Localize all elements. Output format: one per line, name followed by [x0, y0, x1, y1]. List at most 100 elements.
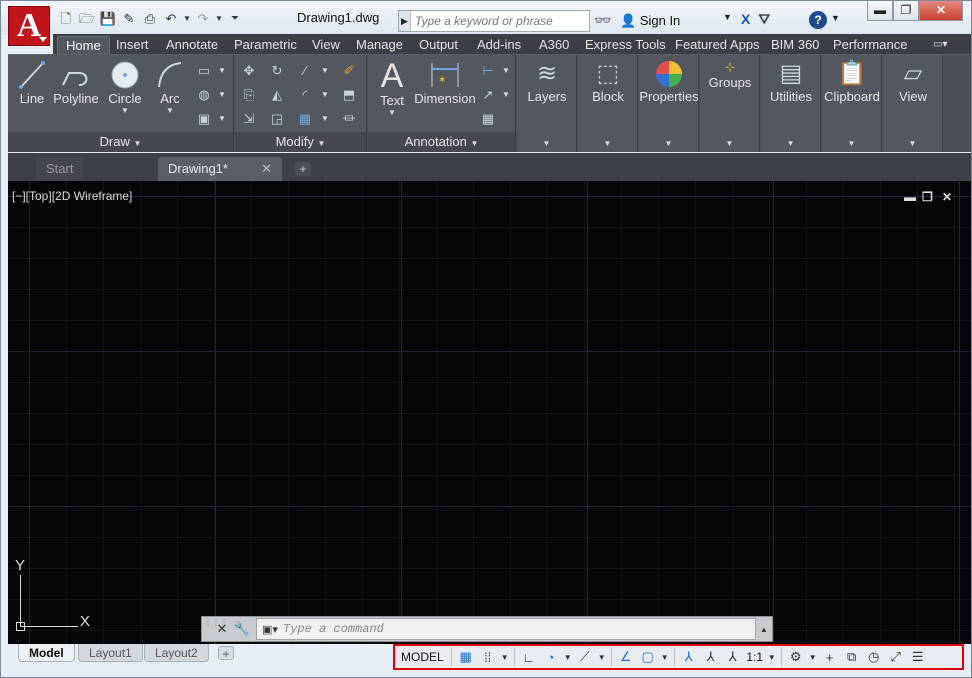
redo-dropdown-icon[interactable]: ▼ — [215, 11, 223, 27]
panel-properties[interactable]: Properties ▼ — [639, 55, 699, 152]
open-icon[interactable]: 🗁 — [78, 11, 96, 27]
text-dropdown-icon[interactable]: ▼ — [372, 108, 412, 117]
model-space-button[interactable]: MODEL — [399, 647, 446, 667]
chevron-down-icon[interactable]: ▼ — [723, 12, 732, 22]
object-snap-icon[interactable]: ▢ — [639, 647, 657, 667]
tab-layout1[interactable]: Layout1 — [78, 644, 143, 662]
scale-icon[interactable]: ◲ — [269, 111, 285, 127]
binoculars-icon[interactable]: 👓 — [594, 12, 611, 29]
circle-dropdown-icon[interactable]: ▼ — [104, 106, 146, 115]
draw-panel-title[interactable]: Draw ▼ — [8, 132, 233, 152]
undo-dropdown-icon[interactable]: ▼ — [183, 11, 191, 27]
customize-icon[interactable]: ⏷ — [226, 11, 244, 27]
polar-tracking-icon[interactable]: ◔ — [542, 647, 560, 667]
block-button[interactable]: ⬚ Block — [578, 59, 638, 104]
mirror-icon[interactable]: ◭ — [269, 87, 285, 103]
tab-manage[interactable]: Manage — [356, 36, 403, 54]
a360-icon[interactable]: ⛛ — [758, 11, 770, 28]
isodraft-icon[interactable]: ⟋ — [576, 647, 594, 667]
undo-icon[interactable]: ↶ — [162, 11, 180, 27]
dimension-button[interactable]: ✶ Dimension — [414, 59, 476, 106]
explode-icon[interactable]: ⬒ — [341, 87, 357, 103]
close-command-icon[interactable]: ✕ — [212, 621, 232, 637]
boundary-dropdown-icon[interactable]: ▼ — [214, 111, 230, 127]
isodraft-dropdown-icon[interactable]: ▼ — [598, 647, 606, 667]
clipboard-button[interactable]: 📋 Clipboard — [822, 59, 882, 104]
rectangle-icon[interactable]: ▭ — [196, 63, 212, 79]
gear-icon[interactable]: ⚙ — [787, 647, 805, 667]
command-prompt-icon[interactable]: ▣▾ — [257, 623, 283, 636]
tab-featured-apps[interactable]: Featured Apps — [675, 36, 760, 54]
snap-dropdown-icon[interactable]: ▼ — [501, 647, 509, 667]
fillet-icon[interactable]: ◜ — [297, 87, 313, 103]
fillet-dropdown-icon[interactable]: ▼ — [317, 87, 333, 103]
annotation-panel-title[interactable]: Annotation ▼ — [368, 132, 515, 152]
save-as-icon[interactable]: ✎ — [120, 11, 138, 27]
rectangle-dropdown-icon[interactable]: ▼ — [214, 63, 230, 79]
leader-icon[interactable]: ↗ — [480, 87, 496, 103]
line-button[interactable]: Line — [14, 59, 50, 106]
search-expand-icon[interactable]: ▶ — [399, 11, 411, 31]
rotate-icon[interactable]: ↻ — [269, 63, 285, 79]
arc-button[interactable]: Arc ▼ — [152, 59, 188, 115]
plot-icon[interactable]: ⎙ — [141, 11, 159, 27]
layers-dropdown-icon[interactable]: ▼ — [543, 139, 551, 148]
grip-icon[interactable]: ⋮⋮⋮ — [204, 619, 228, 639]
isolate-objects-icon[interactable]: ⧉ — [843, 647, 861, 667]
copy-icon[interactable]: ⎘ — [241, 87, 257, 103]
erase-icon[interactable]: ✐ — [341, 63, 357, 79]
panel-utilities[interactable]: ▤ Utilities ▼ — [761, 55, 821, 152]
array-dropdown-icon[interactable]: ▼ — [317, 111, 333, 127]
groups-dropdown-icon[interactable]: ▼ — [726, 139, 734, 148]
linear-dim-icon[interactable]: ⊢ — [480, 63, 496, 79]
tab-a360[interactable]: A360 — [539, 36, 569, 54]
ribbon-minimize-icon[interactable]: ▭▾ — [933, 36, 947, 54]
maximize-button[interactable]: ❐ — [893, 1, 919, 21]
tab-annotate[interactable]: Annotate — [166, 36, 218, 54]
customization-menu-icon[interactable]: ☰ — [909, 647, 927, 667]
table-icon[interactable]: ▦ — [480, 111, 496, 127]
panel-groups[interactable]: ⊹ Groups ▼ — [700, 55, 760, 152]
object-snap-tracking-icon[interactable]: ∠ — [617, 647, 635, 667]
hatch-icon[interactable]: ◍ — [196, 87, 212, 103]
save-icon[interactable]: 💾 — [99, 11, 117, 27]
array-icon[interactable]: ▦ — [297, 111, 313, 127]
panel-layers[interactable]: ≋ Layers ▼ — [517, 55, 577, 152]
annotation-scale-value[interactable]: 1:1 — [746, 647, 764, 667]
viewport-minimize-icon[interactable]: ▬ — [904, 190, 916, 204]
properties-dropdown-icon[interactable]: ▼ — [665, 139, 673, 148]
exchange-icon[interactable]: X — [741, 11, 750, 28]
view-dropdown-icon[interactable]: ▼ — [909, 139, 917, 148]
properties-button[interactable]: Properties — [639, 59, 699, 104]
move-icon[interactable]: ✥ — [241, 63, 257, 79]
sign-in-button[interactable]: 👤 Sign In — [620, 13, 680, 29]
annotation-visibility-icon[interactable]: ⅄ — [680, 647, 698, 667]
search-input[interactable]: Type a keyword or phrase — [411, 14, 553, 28]
tab-model[interactable]: Model — [18, 644, 75, 662]
tab-bim-360[interactable]: BIM 360 — [771, 36, 819, 54]
arc-dropdown-icon[interactable]: ▼ — [152, 106, 188, 115]
circle-button[interactable]: Circle ▼ — [104, 59, 146, 115]
viewport-close-icon[interactable]: ✕ — [942, 190, 952, 204]
clean-screen-icon[interactable]: ⤢ — [887, 647, 905, 667]
redo-icon[interactable]: ↷ — [194, 11, 212, 27]
minimize-button[interactable]: ▬ — [867, 1, 893, 21]
wrench-icon[interactable]: 🔧 — [232, 621, 252, 637]
tab-parametric[interactable]: Parametric — [234, 36, 297, 54]
close-button[interactable]: ✕ — [919, 1, 963, 21]
panel-view[interactable]: ▱ View ▼ — [883, 55, 943, 152]
polar-dropdown-icon[interactable]: ▼ — [564, 647, 572, 667]
viewport-controls-label[interactable]: [−][Top][2D Wireframe] — [12, 189, 132, 203]
view-button[interactable]: ▱ View — [883, 59, 943, 104]
snap-icon[interactable]: ⁞⁞ — [479, 647, 497, 667]
block-dropdown-icon[interactable]: ▼ — [604, 139, 612, 148]
clipboard-dropdown-icon[interactable]: ▼ — [848, 139, 856, 148]
linear-dim-dropdown-icon[interactable]: ▼ — [498, 63, 514, 79]
plus-icon[interactable]: + — [821, 647, 839, 667]
command-input[interactable]: ▣▾ Type a command — [256, 618, 756, 640]
trim-dropdown-icon[interactable]: ▼ — [317, 63, 333, 79]
help-dropdown-icon[interactable]: ▼ — [831, 13, 840, 23]
scale-dropdown-icon[interactable]: ▼ — [768, 647, 776, 667]
drawing-canvas[interactable]: [−][Top][2D Wireframe] ▬ ❐ ✕ X Y — [8, 181, 971, 644]
annotation-scale-icon[interactable]: ⅄ — [724, 647, 742, 667]
